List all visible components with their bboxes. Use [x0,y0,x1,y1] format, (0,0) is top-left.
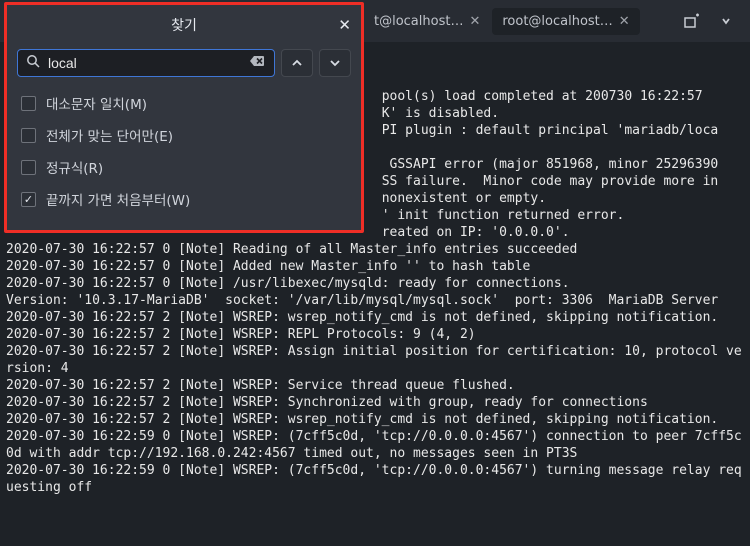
checkbox[interactable] [21,160,36,175]
find-prev-button[interactable] [281,49,313,77]
new-tab-icon[interactable] [682,11,702,31]
opt-wrap[interactable]: 끝까지 가면 처음부터(W) [21,189,347,209]
find-next-button[interactable] [319,49,351,77]
find-title-row: 찾기 ✕ [7,5,361,45]
close-icon[interactable]: ✕ [469,14,480,29]
opt-label: 대소문자 일치(M) [46,93,147,113]
checkbox[interactable] [21,192,36,207]
menu-icon[interactable] [716,11,736,31]
opt-label: 정규식(R) [46,157,103,177]
search-input-wrap[interactable] [17,49,275,77]
opt-match-case[interactable]: 대소문자 일치(M) [21,93,347,113]
search-input[interactable] [48,55,242,71]
tab-1[interactable]: t@localhost… ✕ [364,8,490,35]
tab-2[interactable]: root@localhost… ✕ [492,8,639,35]
tab-label: t@localhost… [374,14,463,29]
find-options: 대소문자 일치(M) 전체가 맞는 단어만(E) 정규식(R) 끝까지 가면 처… [7,87,361,215]
checkbox[interactable] [21,96,36,111]
close-icon[interactable]: ✕ [338,16,351,34]
opt-whole-word[interactable]: 전체가 맞는 단어만(E) [21,125,347,145]
search-icon [26,54,40,72]
opt-regex[interactable]: 정규식(R) [21,157,347,177]
clear-icon[interactable] [250,54,266,72]
opt-label: 끝까지 가면 처음부터(W) [46,189,190,209]
window-actions [682,11,750,31]
close-icon[interactable]: ✕ [619,14,630,29]
find-title: 찾기 [171,15,197,35]
checkbox[interactable] [21,128,36,143]
tab-label: root@localhost… [502,14,612,29]
find-panel: 찾기 ✕ 대소문자 일치(M) 전체가 맞는 단어만(E) [4,2,364,233]
find-input-row [7,45,361,87]
opt-label: 전체가 맞는 단어만(E) [46,125,173,145]
